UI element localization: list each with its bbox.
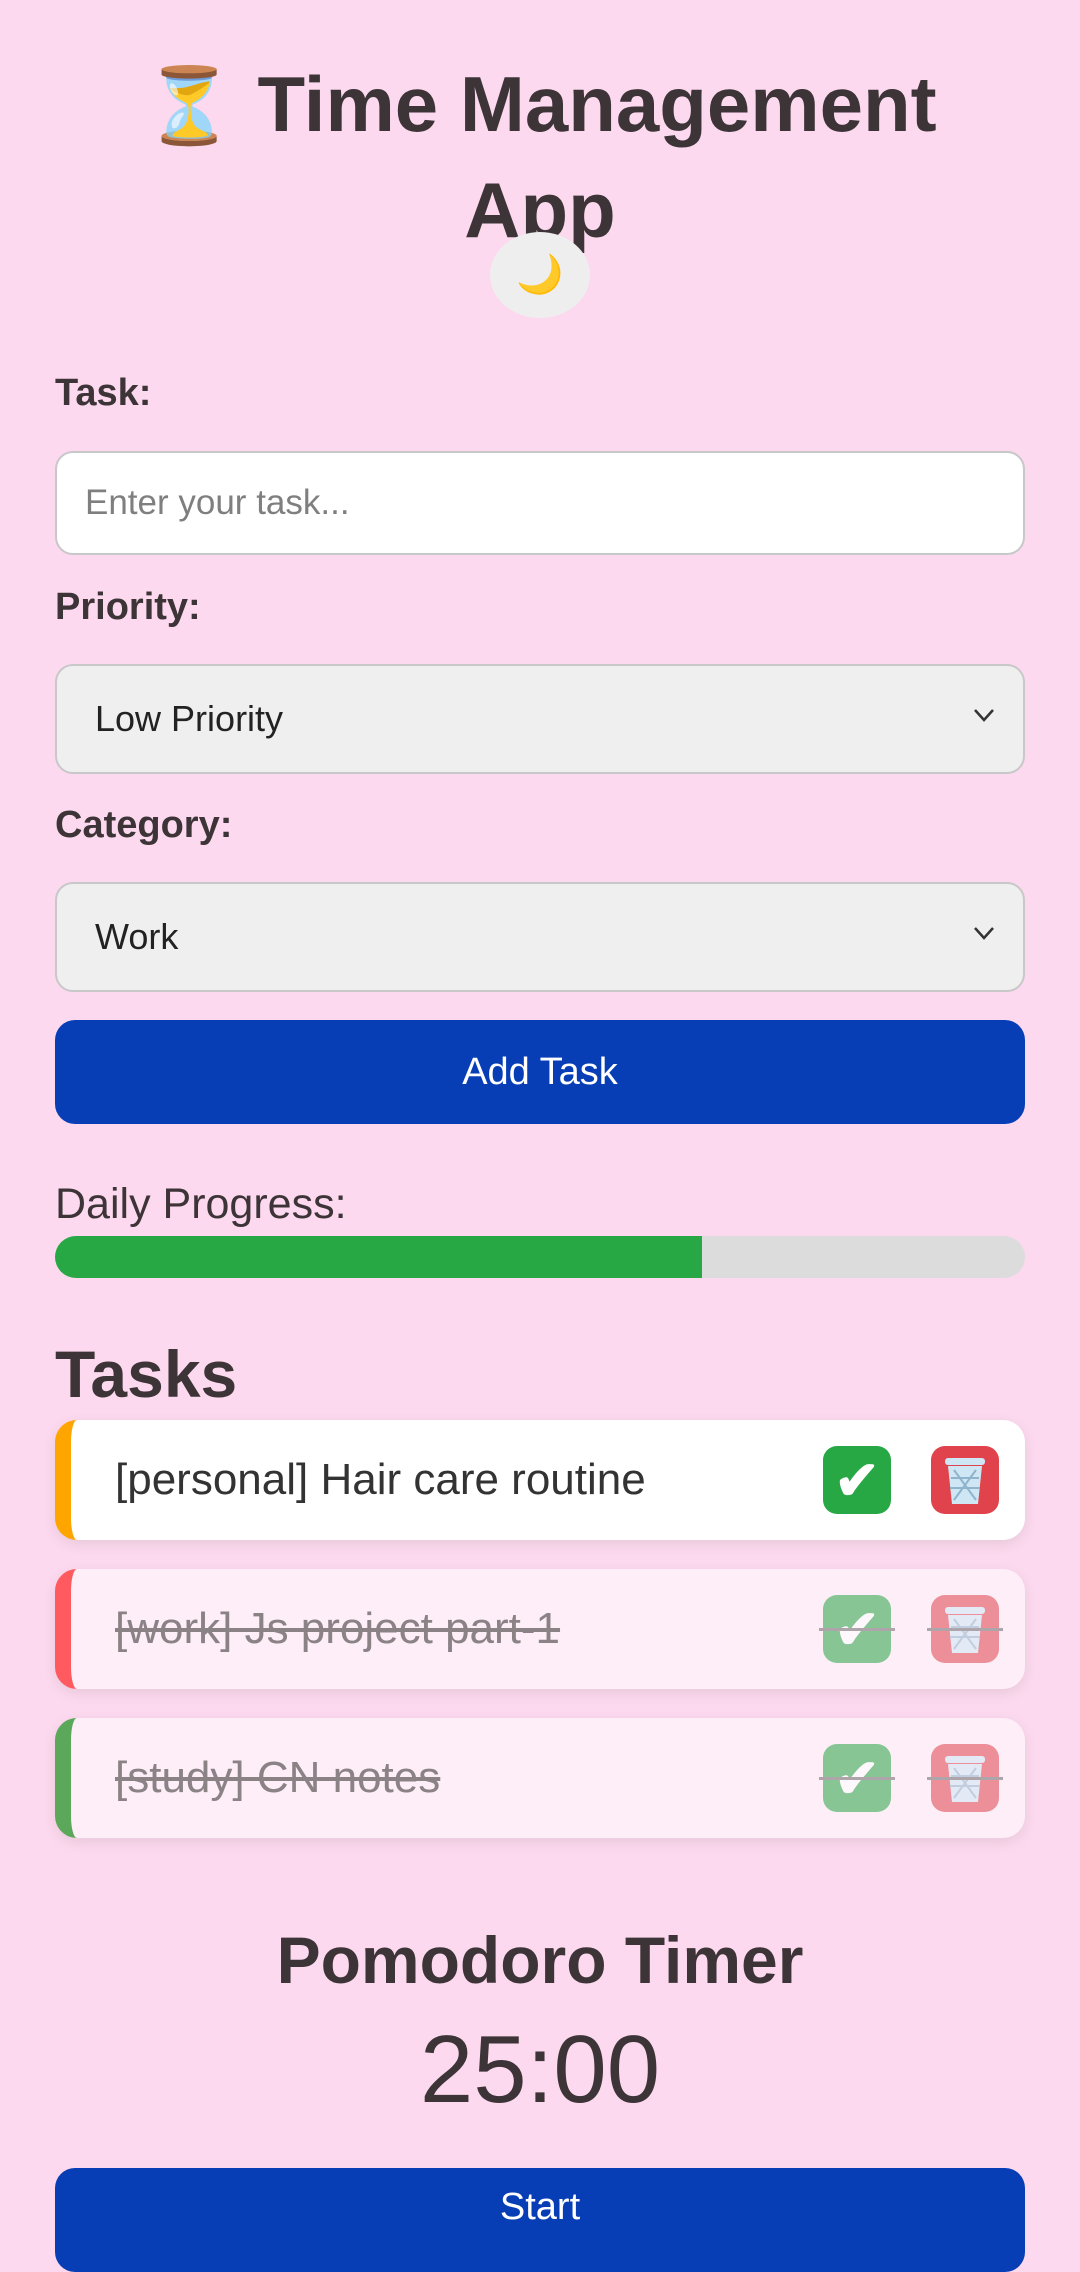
check-icon: ✔	[834, 1748, 880, 1809]
complete-task-button[interactable]: ✔	[819, 1595, 895, 1663]
priority-label: Priority:	[55, 586, 201, 628]
delete-task-button[interactable]	[927, 1744, 1003, 1812]
page-title: ⏳ Time Management App	[0, 52, 1080, 262]
category-label: Category:	[55, 804, 233, 846]
pomodoro-start-button[interactable]: Start	[55, 2168, 1025, 2272]
priority-select[interactable]: Low Priority	[55, 664, 1025, 774]
daily-progress-bar	[55, 1236, 1025, 1278]
task-label: Task:	[55, 372, 152, 414]
check-icon: ✔	[834, 1450, 880, 1511]
task-item: [personal] Hair care routine ✔	[55, 1420, 1025, 1540]
priority-selected-value: Low Priority	[95, 698, 284, 739]
pomodoro-title: Pomodoro Timer	[276, 1923, 804, 1997]
page-title-line1: Time Management	[257, 60, 937, 149]
pomodoro-time: 25:00	[419, 2016, 661, 2123]
tasks-heading: Tasks	[55, 1337, 238, 1411]
trash-icon	[945, 1458, 985, 1504]
daily-progress-fill	[55, 1236, 702, 1278]
check-icon: ✔	[834, 1599, 880, 1660]
daily-progress-label: Daily Progress:	[55, 1180, 347, 1228]
task-item: [study] CN notes ✔	[55, 1718, 1025, 1838]
trash-icon	[945, 1756, 985, 1802]
complete-task-button[interactable]: ✔	[823, 1446, 891, 1514]
chevron-down-icon	[974, 709, 994, 722]
category-selected-value: Work	[95, 916, 179, 957]
chevron-down-icon	[974, 927, 994, 940]
add-task-button[interactable]: Add Task	[55, 1020, 1025, 1124]
delete-task-button[interactable]	[931, 1446, 999, 1514]
task-input[interactable]	[55, 451, 1025, 555]
theme-toggle-button[interactable]: 🌙	[490, 232, 590, 318]
task-item: [work] Js project part-1 ✔	[55, 1569, 1025, 1689]
hourglass-icon: ⏳	[143, 64, 236, 148]
category-select[interactable]: Work	[55, 882, 1025, 992]
trash-icon	[945, 1607, 985, 1653]
complete-task-button[interactable]: ✔	[819, 1744, 895, 1812]
moon-icon: 🌙	[516, 254, 564, 296]
delete-task-button[interactable]	[927, 1595, 1003, 1663]
